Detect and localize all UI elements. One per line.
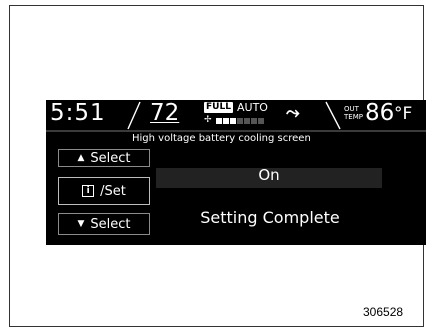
select-up-label: Select xyxy=(90,150,131,166)
status-bar: 5:51 72 FULL AUTO ✢ ⤳ OUT TEMP 86 °F xyxy=(46,100,426,130)
fan-speed-segment xyxy=(230,118,236,124)
fan-speed-segment xyxy=(237,118,243,124)
outside-temperature: 86 xyxy=(365,100,395,126)
fan-speed-segment xyxy=(258,118,264,124)
status-bar-divider xyxy=(46,130,426,132)
display-screen: 5:51 72 FULL AUTO ✢ ⤳ OUT TEMP 86 °F Hig… xyxy=(46,100,426,245)
figure-number: 306528 xyxy=(363,305,404,319)
fan-speed-indicator: ✢ xyxy=(204,115,264,125)
airflow-face-feet-icon: ⤳ xyxy=(286,103,300,123)
status-divider xyxy=(127,101,141,130)
info-set-label: /Set xyxy=(100,183,126,199)
info-set-button[interactable]: i /Set xyxy=(58,177,150,205)
set-temperature: 72 xyxy=(150,100,180,126)
auto-mode-label: AUTO xyxy=(237,101,268,114)
fan-speed-segment xyxy=(251,118,257,124)
triangle-down-icon: ▼ xyxy=(77,219,85,229)
clock: 5:51 xyxy=(50,100,106,126)
fan-speed-segment xyxy=(244,118,250,124)
status-divider xyxy=(325,101,341,130)
select-up-button[interactable]: ▲ Select xyxy=(58,149,150,167)
setting-value: On xyxy=(258,166,280,184)
triangle-up-icon: ▲ xyxy=(77,153,85,163)
status-message: Setting Complete xyxy=(200,208,340,227)
select-down-label: Select xyxy=(90,216,131,232)
fan-speed-segment xyxy=(216,118,222,124)
fan-full-badge: FULL xyxy=(204,102,233,113)
outside-temp-label: OUT TEMP xyxy=(344,105,363,121)
fan-speed-segment xyxy=(223,118,229,124)
fan-icon: ✢ xyxy=(204,115,212,125)
info-icon: i xyxy=(82,185,95,197)
outside-temperature-unit: °F xyxy=(394,104,413,124)
select-down-button[interactable]: ▼ Select xyxy=(58,213,150,235)
screen-title: High voltage battery cooling screen xyxy=(132,133,311,144)
